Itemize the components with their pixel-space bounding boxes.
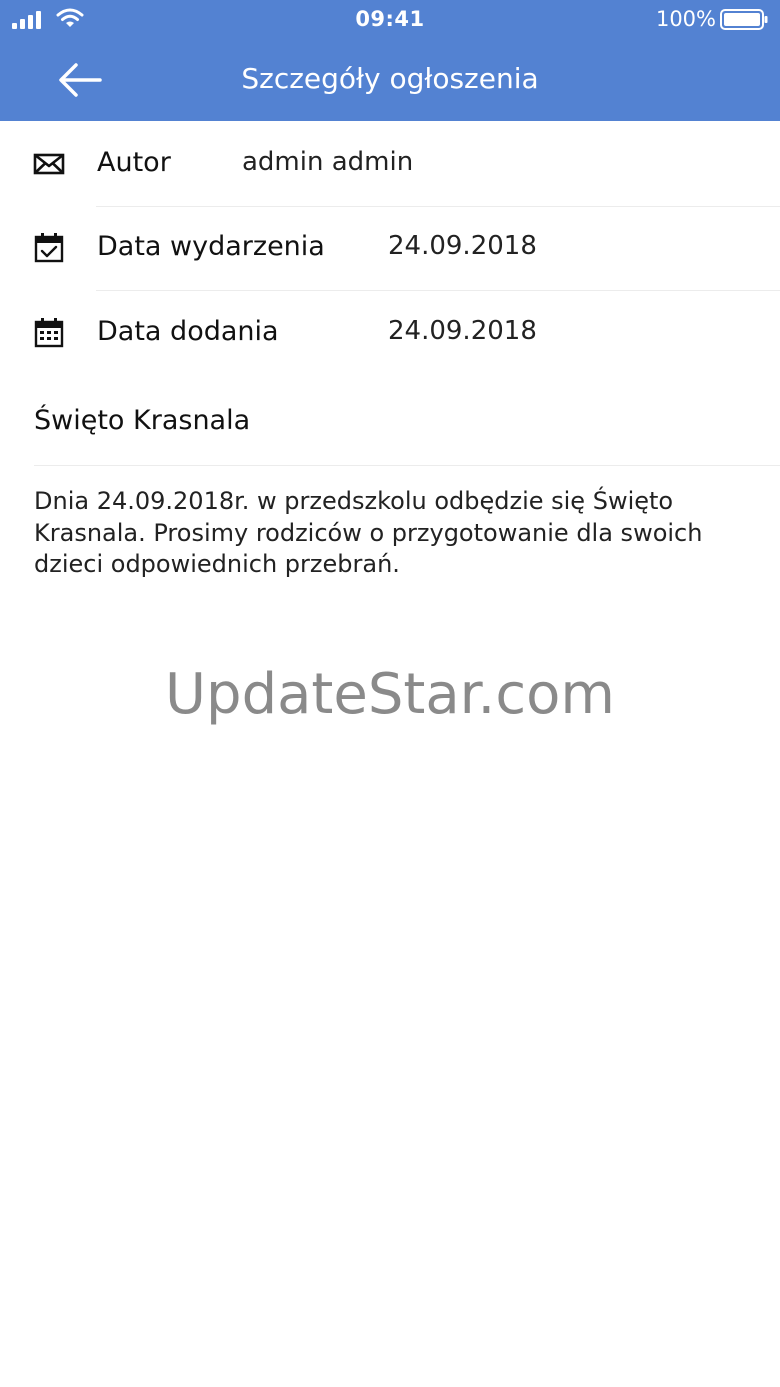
detail-value: 24.09.2018 [388,316,537,346]
detail-label: Data dodania [97,316,279,347]
calendar-icon [34,318,64,348]
detail-value: 24.09.2018 [388,231,537,261]
divider [34,465,780,466]
battery-percent: 100% [655,7,716,31]
detail-value: admin admin [242,147,414,177]
page-title: Szczegóły ogłoszenia [241,62,539,95]
detail-row-event-date: Data wydarzenia 24.09.2018 [0,206,780,290]
status-bar: 09:41 100% [0,0,780,40]
detail-row-author: Autor admin admin [0,122,780,206]
announcement-body: Dnia 24.09.2018r. w przedszkolu odbędzie… [34,487,703,578]
detail-label: Autor [97,147,171,178]
envelope-icon [33,153,65,175]
watermark: UpdateStar.com [165,662,615,727]
detail-label: Data wydarzenia [97,231,325,262]
battery-icon [720,9,768,30]
detail-row-added-date: Data dodania 24.09.2018 [0,290,780,374]
calendar-check-icon [34,233,64,263]
app-header: 09:41 100% Szczegóły ogłoszenia [0,0,780,121]
announcement-title: Święto Krasnala [34,405,251,436]
